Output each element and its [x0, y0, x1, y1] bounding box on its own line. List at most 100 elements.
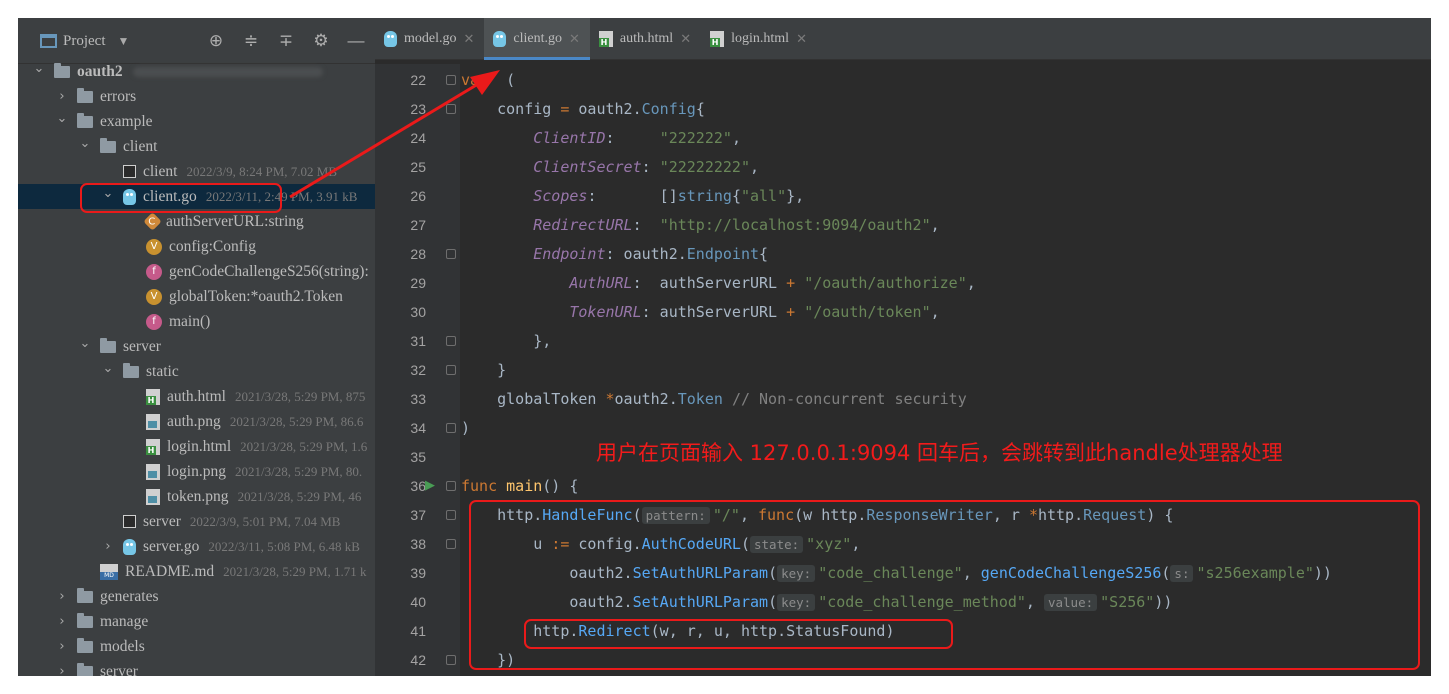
image-file-icon — [146, 488, 160, 505]
chevron-right-icon[interactable]: › — [101, 539, 115, 554]
project-view-selector[interactable]: Project ▼ — [40, 31, 129, 51]
tree-item[interactable]: › errors — [18, 84, 375, 109]
minimize-icon[interactable]: — — [345, 30, 367, 52]
tree-item[interactable]: ⌄ client — [18, 134, 375, 159]
code-line[interactable]: 31 }, — [375, 326, 1431, 355]
tree-item[interactable]: ›Vconfig:Config — [18, 234, 375, 259]
tab-label: login.html — [731, 31, 790, 46]
collapse-all-icon[interactable]: ∓ — [275, 30, 297, 52]
folder-icon — [100, 338, 116, 353]
tree-item[interactable]: ›auth.html2021/3/28, 5:29 PM, 875 — [18, 384, 375, 409]
code-line[interactable]: 26 Scopes: []string{"all"}, — [375, 181, 1431, 210]
editor-tabs: model.go ✕ client.go ✕ auth.html ✕ login.html ✕ — [375, 18, 1431, 60]
tree-item[interactable]: ›token.png2021/3/28, 5:29 PM, 46 — [18, 484, 375, 509]
chevron-down-icon[interactable]: ⌄ — [55, 111, 69, 126]
fold-marker-icon[interactable] — [446, 248, 456, 259]
code-line[interactable]: 29 AuthURL: authServerURL + "/oauth/auth… — [375, 268, 1431, 297]
tree-item[interactable]: ›VglobalToken:*oauth2.Token — [18, 284, 375, 309]
chevron-right-icon[interactable]: › — [55, 639, 69, 654]
code-line[interactable]: 30 TokenURL: authServerURL + "/oauth/tok… — [375, 297, 1431, 326]
tree-item[interactable]: ›server2022/3/9, 5:01 PM, 7.04 MB — [18, 509, 375, 534]
gear-icon[interactable]: ⚙ — [310, 30, 332, 52]
tree-item[interactable]: ›auth.png2021/3/28, 5:29 PM, 86.6 — [18, 409, 375, 434]
fold-marker-icon[interactable] — [446, 103, 456, 114]
chevron-right-icon[interactable]: › — [55, 614, 69, 629]
tab-model-go[interactable]: model.go ✕ — [375, 18, 484, 60]
chevron-right-icon[interactable]: › — [55, 589, 69, 604]
chevron-down-icon[interactable]: ⌄ — [78, 136, 92, 151]
code-line[interactable]: 24 ClientID: "222222", — [375, 123, 1431, 152]
tree-item[interactable]: › server.go 2022/3/11, 5:08 PM, 6.48 kB — [18, 534, 375, 559]
code-token: "/oauth/authorize" — [804, 273, 967, 292]
expand-all-icon[interactable]: ≑ — [240, 30, 262, 52]
tree-item[interactable]: ›fgenCodeChallengeS256(string): — [18, 259, 375, 284]
code-line[interactable]: 25 ClientSecret: "22222222", — [375, 152, 1431, 181]
line-number: 36 — [410, 477, 426, 494]
run-icon[interactable]: ▶ — [425, 478, 435, 493]
tree-item[interactable]: ›login.html2021/3/28, 5:29 PM, 1.6 — [18, 434, 375, 459]
fold-marker-icon[interactable] — [446, 509, 456, 520]
code-token: AuthURL — [569, 273, 633, 292]
go-file-icon — [384, 31, 397, 47]
code-token: : — [605, 128, 660, 147]
tree-item[interactable]: ⌄ static — [18, 359, 375, 384]
line-number: 27 — [410, 216, 426, 233]
fold-marker-icon[interactable] — [446, 335, 456, 346]
code-token: "all" — [740, 186, 787, 205]
tree-item-label: models — [100, 637, 145, 655]
chevron-down-icon[interactable]: ▼ — [118, 34, 130, 49]
chevron-right-icon[interactable]: › — [55, 664, 69, 676]
code-line[interactable]: 22 var ( — [375, 65, 1431, 94]
fold-marker-icon[interactable] — [446, 364, 456, 375]
code-line[interactable]: 23 config = oauth2.Config{ — [375, 94, 1431, 123]
close-icon[interactable]: ✕ — [796, 32, 807, 47]
html-file-icon — [710, 31, 725, 47]
constant-icon: C — [143, 212, 162, 231]
tree-item-meta: 2021/3/28, 5:29 PM, 46 — [237, 488, 362, 504]
line-number: 31 — [410, 332, 426, 349]
close-icon[interactable]: ✕ — [680, 32, 691, 47]
fold-marker-icon[interactable] — [446, 422, 456, 433]
chevron-down-icon[interactable]: ⌄ — [78, 336, 92, 351]
code-token: * — [605, 389, 615, 408]
code-line[interactable]: 28 Endpoint: oauth2.Endpoint{ — [375, 239, 1431, 268]
tree-item[interactable]: ⌄ example — [18, 109, 375, 134]
tree-item-meta: 2021/3/28, 5:29 PM, 875 — [234, 388, 366, 404]
target-icon[interactable]: ⊕ — [205, 30, 227, 52]
close-icon[interactable]: ✕ — [569, 32, 580, 47]
chevron-right-icon[interactable]: › — [55, 89, 69, 104]
chevron-down-icon[interactable]: ⌄ — [32, 61, 46, 76]
code-line[interactable]: 27 RedirectURL: "http://localhost:9094/o… — [375, 210, 1431, 239]
code-token: , — [930, 302, 940, 321]
go-file-icon — [123, 538, 136, 555]
folder-icon — [54, 63, 70, 78]
tab-client-go[interactable]: client.go ✕ — [484, 18, 590, 60]
code-line[interactable]: 36 ▶ func main() { — [375, 471, 1431, 500]
tree-item[interactable]: › models — [18, 634, 375, 659]
tree-item[interactable]: ⌄ server — [18, 334, 375, 359]
line-number: 37 — [410, 506, 426, 523]
tree-item[interactable]: ›fmain() — [18, 309, 375, 334]
tab-auth-html[interactable]: auth.html ✕ — [590, 18, 701, 60]
tree-item[interactable]: › manage — [18, 609, 375, 634]
tree-item[interactable]: ›README.md2021/3/28, 5:29 PM, 1.71 k — [18, 559, 375, 584]
fold-marker-icon[interactable] — [446, 654, 456, 665]
fold-marker-icon[interactable] — [446, 480, 456, 491]
code-line[interactable]: 32 } — [375, 355, 1431, 384]
tree-item[interactable]: ›login.png2021/3/28, 5:29 PM, 80. — [18, 459, 375, 484]
close-icon[interactable]: ✕ — [464, 32, 475, 47]
code-line[interactable]: 33 globalToken *oauth2.Token // Non-conc… — [375, 384, 1431, 413]
chevron-down-icon[interactable]: ⌄ — [101, 361, 115, 376]
tree-item[interactable]: › generates — [18, 584, 375, 609]
tab-login-html[interactable]: login.html ✕ — [701, 18, 817, 60]
fold-marker-icon[interactable] — [446, 538, 456, 549]
fold-marker-icon[interactable] — [446, 74, 456, 85]
tree-item[interactable]: ⌄ oauth2 — [18, 59, 375, 84]
html-file-icon — [146, 388, 160, 405]
code-token: "http://localhost:9094/oauth2" — [659, 215, 931, 234]
tree-item[interactable]: ›client2022/3/9, 8:24 PM, 7.02 MB — [18, 159, 375, 184]
tree-item[interactable]: › server — [18, 659, 375, 676]
tree-item-label: server.go — [143, 537, 200, 555]
